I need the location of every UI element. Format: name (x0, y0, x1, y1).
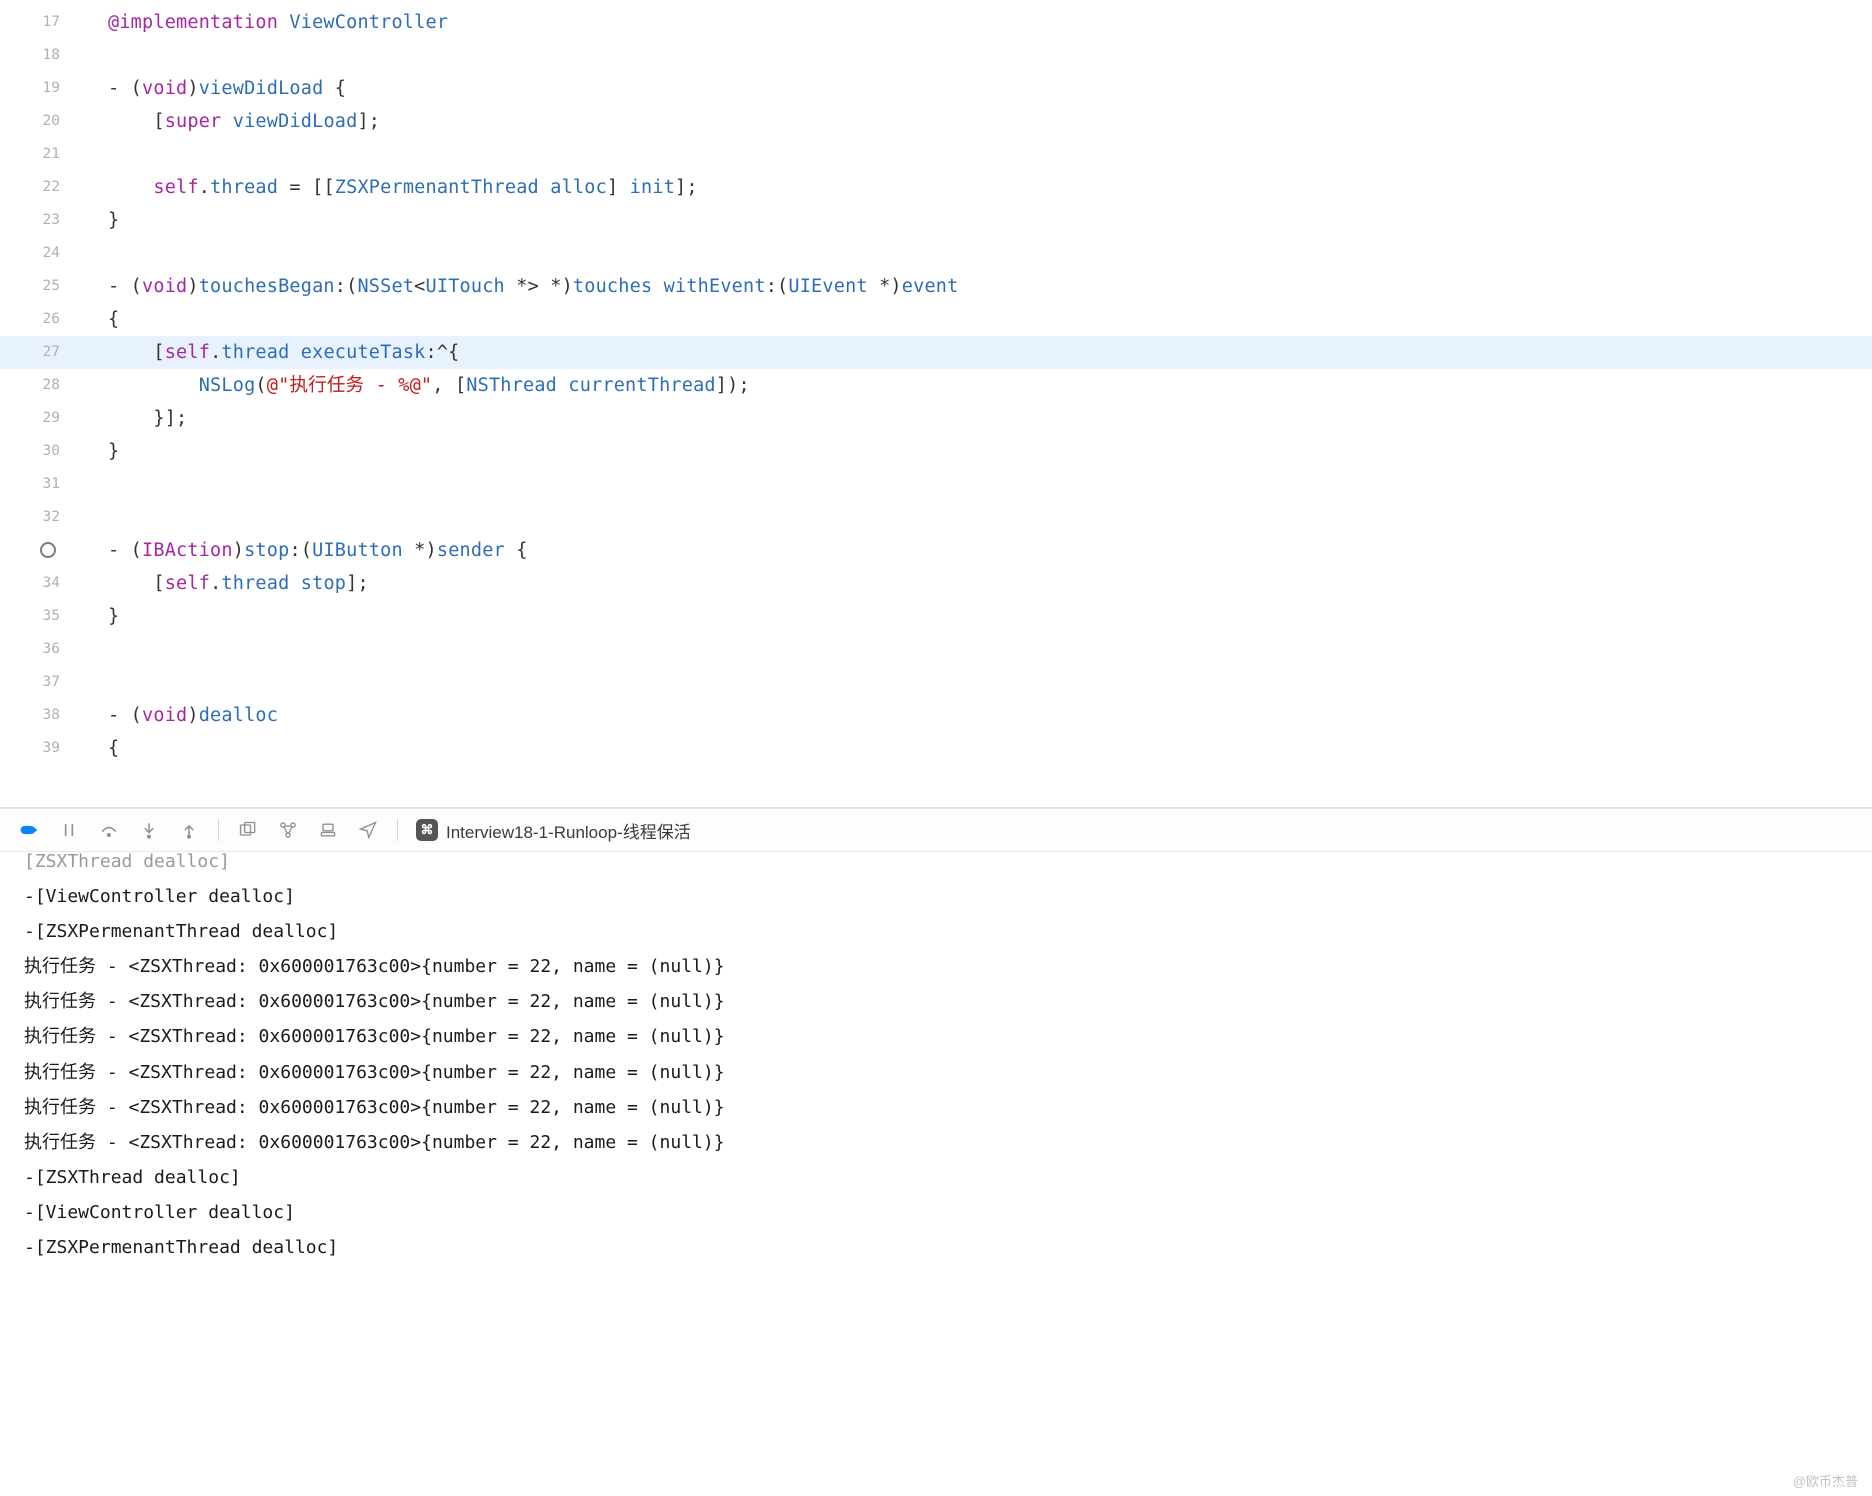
code-editor-pane[interactable]: 17@implementation ViewController1819- (v… (0, 0, 1872, 808)
breakpoint-indicator-icon[interactable] (40, 542, 56, 558)
breakpoint-toggle-icon[interactable] (18, 819, 40, 841)
code-content[interactable]: - (void)touchesBegan:(NSSet<UITouch *> *… (76, 270, 958, 303)
console-line: -[ViewController dealloc] (24, 879, 1848, 914)
environment-overrides-icon[interactable] (317, 819, 339, 841)
code-line[interactable]: 25- (void)touchesBegan:(NSSet<UITouch *>… (0, 270, 1872, 303)
line-gutter[interactable]: 36 (0, 633, 72, 666)
code-line[interactable]: 36 (0, 633, 1872, 666)
code-content[interactable]: [self.thread executeTask:^{ (76, 336, 460, 369)
code-content[interactable]: - (IBAction)stop:(UIButton *)sender { (76, 534, 528, 567)
line-gutter[interactable]: 22 (0, 171, 72, 204)
simulate-location-icon[interactable] (357, 819, 379, 841)
toolbar-separator (218, 819, 219, 841)
line-gutter[interactable]: 37 (0, 666, 72, 699)
code-line[interactable]: 20 [super viewDidLoad]; (0, 105, 1872, 138)
code-line[interactable]: 19- (void)viewDidLoad { (0, 72, 1872, 105)
console-line: -[ViewController dealloc] (24, 1195, 1848, 1230)
code-content[interactable]: @implementation ViewController (76, 6, 448, 39)
code-content[interactable]: [super viewDidLoad]; (76, 105, 380, 138)
line-gutter[interactable]: 18 (0, 39, 72, 72)
console-line: 执行任务 - <ZSXThread: 0x600001763c00>{numbe… (24, 984, 1848, 1019)
code-content[interactable]: } (76, 204, 119, 237)
console-line: -[ZSXPermenantThread dealloc] (24, 1230, 1848, 1265)
line-gutter[interactable]: 26 (0, 303, 72, 336)
code-line[interactable]: 27 [self.thread executeTask:^{ (0, 336, 1872, 369)
code-content[interactable]: self.thread = [[ZSXPermenantThread alloc… (76, 171, 698, 204)
code-content[interactable]: [self.thread stop]; (76, 567, 369, 600)
step-out-icon[interactable] (178, 819, 200, 841)
console-line: [ZSXThread dealloc] (24, 844, 1848, 879)
line-gutter[interactable]: 39 (0, 732, 72, 765)
line-gutter[interactable]: 29 (0, 402, 72, 435)
line-gutter[interactable]: 28 (0, 369, 72, 402)
app-badge-icon: ⌘ (416, 819, 438, 841)
code-line[interactable]: - (IBAction)stop:(UIButton *)sender { (0, 534, 1872, 567)
step-over-icon[interactable] (98, 819, 120, 841)
code-content[interactable]: - (void)dealloc (76, 699, 278, 732)
line-gutter[interactable]: 20 (0, 105, 72, 138)
console-line: 执行任务 - <ZSXThread: 0x600001763c00>{numbe… (24, 1019, 1848, 1054)
line-gutter[interactable]: 35 (0, 600, 72, 633)
line-gutter[interactable]: 23 (0, 204, 72, 237)
target-name: Interview18-1-Runloop-线程保活 (446, 818, 691, 843)
line-gutter[interactable] (0, 534, 72, 567)
console-line: -[ZSXPermenantThread dealloc] (24, 914, 1848, 949)
console-output-pane[interactable]: [ZSXThread dealloc] -[ViewController dea… (0, 852, 1872, 1265)
toolbar-separator (397, 819, 398, 841)
console-line: -[ZSXThread dealloc] (24, 1160, 1848, 1195)
code-line[interactable]: 29 }]; (0, 402, 1872, 435)
code-content[interactable]: - (void)viewDidLoad { (76, 72, 346, 105)
line-gutter[interactable]: 32 (0, 501, 72, 534)
debug-target-label[interactable]: ⌘ Interview18-1-Runloop-线程保活 (416, 818, 691, 843)
step-into-icon[interactable] (138, 819, 160, 841)
line-gutter[interactable]: 21 (0, 138, 72, 171)
line-gutter[interactable]: 17 (0, 6, 72, 39)
code-content[interactable]: { (76, 303, 119, 336)
code-line[interactable]: 30} (0, 435, 1872, 468)
code-content[interactable]: } (76, 600, 119, 633)
code-line[interactable]: 17@implementation ViewController (0, 6, 1872, 39)
console-line: 执行任务 - <ZSXThread: 0x600001763c00>{numbe… (24, 949, 1848, 984)
code-line[interactable]: 24 (0, 237, 1872, 270)
watermark-text: @欧币杰普 (1793, 1471, 1858, 1490)
code-line[interactable]: 26{ (0, 303, 1872, 336)
line-gutter[interactable]: 24 (0, 237, 72, 270)
code-line[interactable]: 39{ (0, 732, 1872, 765)
console-line: 执行任务 - <ZSXThread: 0x600001763c00>{numbe… (24, 1125, 1848, 1160)
code-line[interactable]: 32 (0, 501, 1872, 534)
code-line[interactable]: 35} (0, 600, 1872, 633)
line-gutter[interactable]: 27 (0, 336, 72, 369)
line-gutter[interactable]: 38 (0, 699, 72, 732)
code-line[interactable]: 28 NSLog(@"执行任务 - %@", [NSThread current… (0, 369, 1872, 402)
code-line[interactable]: 21 (0, 138, 1872, 171)
code-line[interactable]: 22 self.thread = [[ZSXPermenantThread al… (0, 171, 1872, 204)
code-line[interactable]: 34 [self.thread stop]; (0, 567, 1872, 600)
line-gutter[interactable]: 30 (0, 435, 72, 468)
code-line[interactable]: 37 (0, 666, 1872, 699)
debug-memory-graph-icon[interactable] (277, 819, 299, 841)
code-line[interactable]: 23} (0, 204, 1872, 237)
line-gutter[interactable]: 25 (0, 270, 72, 303)
code-line[interactable]: 31 (0, 468, 1872, 501)
code-content[interactable]: NSLog(@"执行任务 - %@", [NSThread currentThr… (76, 369, 750, 402)
line-gutter[interactable]: 34 (0, 567, 72, 600)
debug-view-hierarchy-icon[interactable] (237, 819, 259, 841)
pause-icon[interactable] (58, 819, 80, 841)
code-line[interactable]: 38- (void)dealloc (0, 699, 1872, 732)
code-content[interactable]: } (76, 435, 119, 468)
line-gutter[interactable]: 31 (0, 468, 72, 501)
code-content[interactable]: { (76, 732, 119, 765)
console-line: 执行任务 - <ZSXThread: 0x600001763c00>{numbe… (24, 1090, 1848, 1125)
console-line: 执行任务 - <ZSXThread: 0x600001763c00>{numbe… (24, 1055, 1848, 1090)
code-content[interactable]: }]; (76, 402, 187, 435)
code-line[interactable]: 18 (0, 39, 1872, 72)
line-gutter[interactable]: 19 (0, 72, 72, 105)
